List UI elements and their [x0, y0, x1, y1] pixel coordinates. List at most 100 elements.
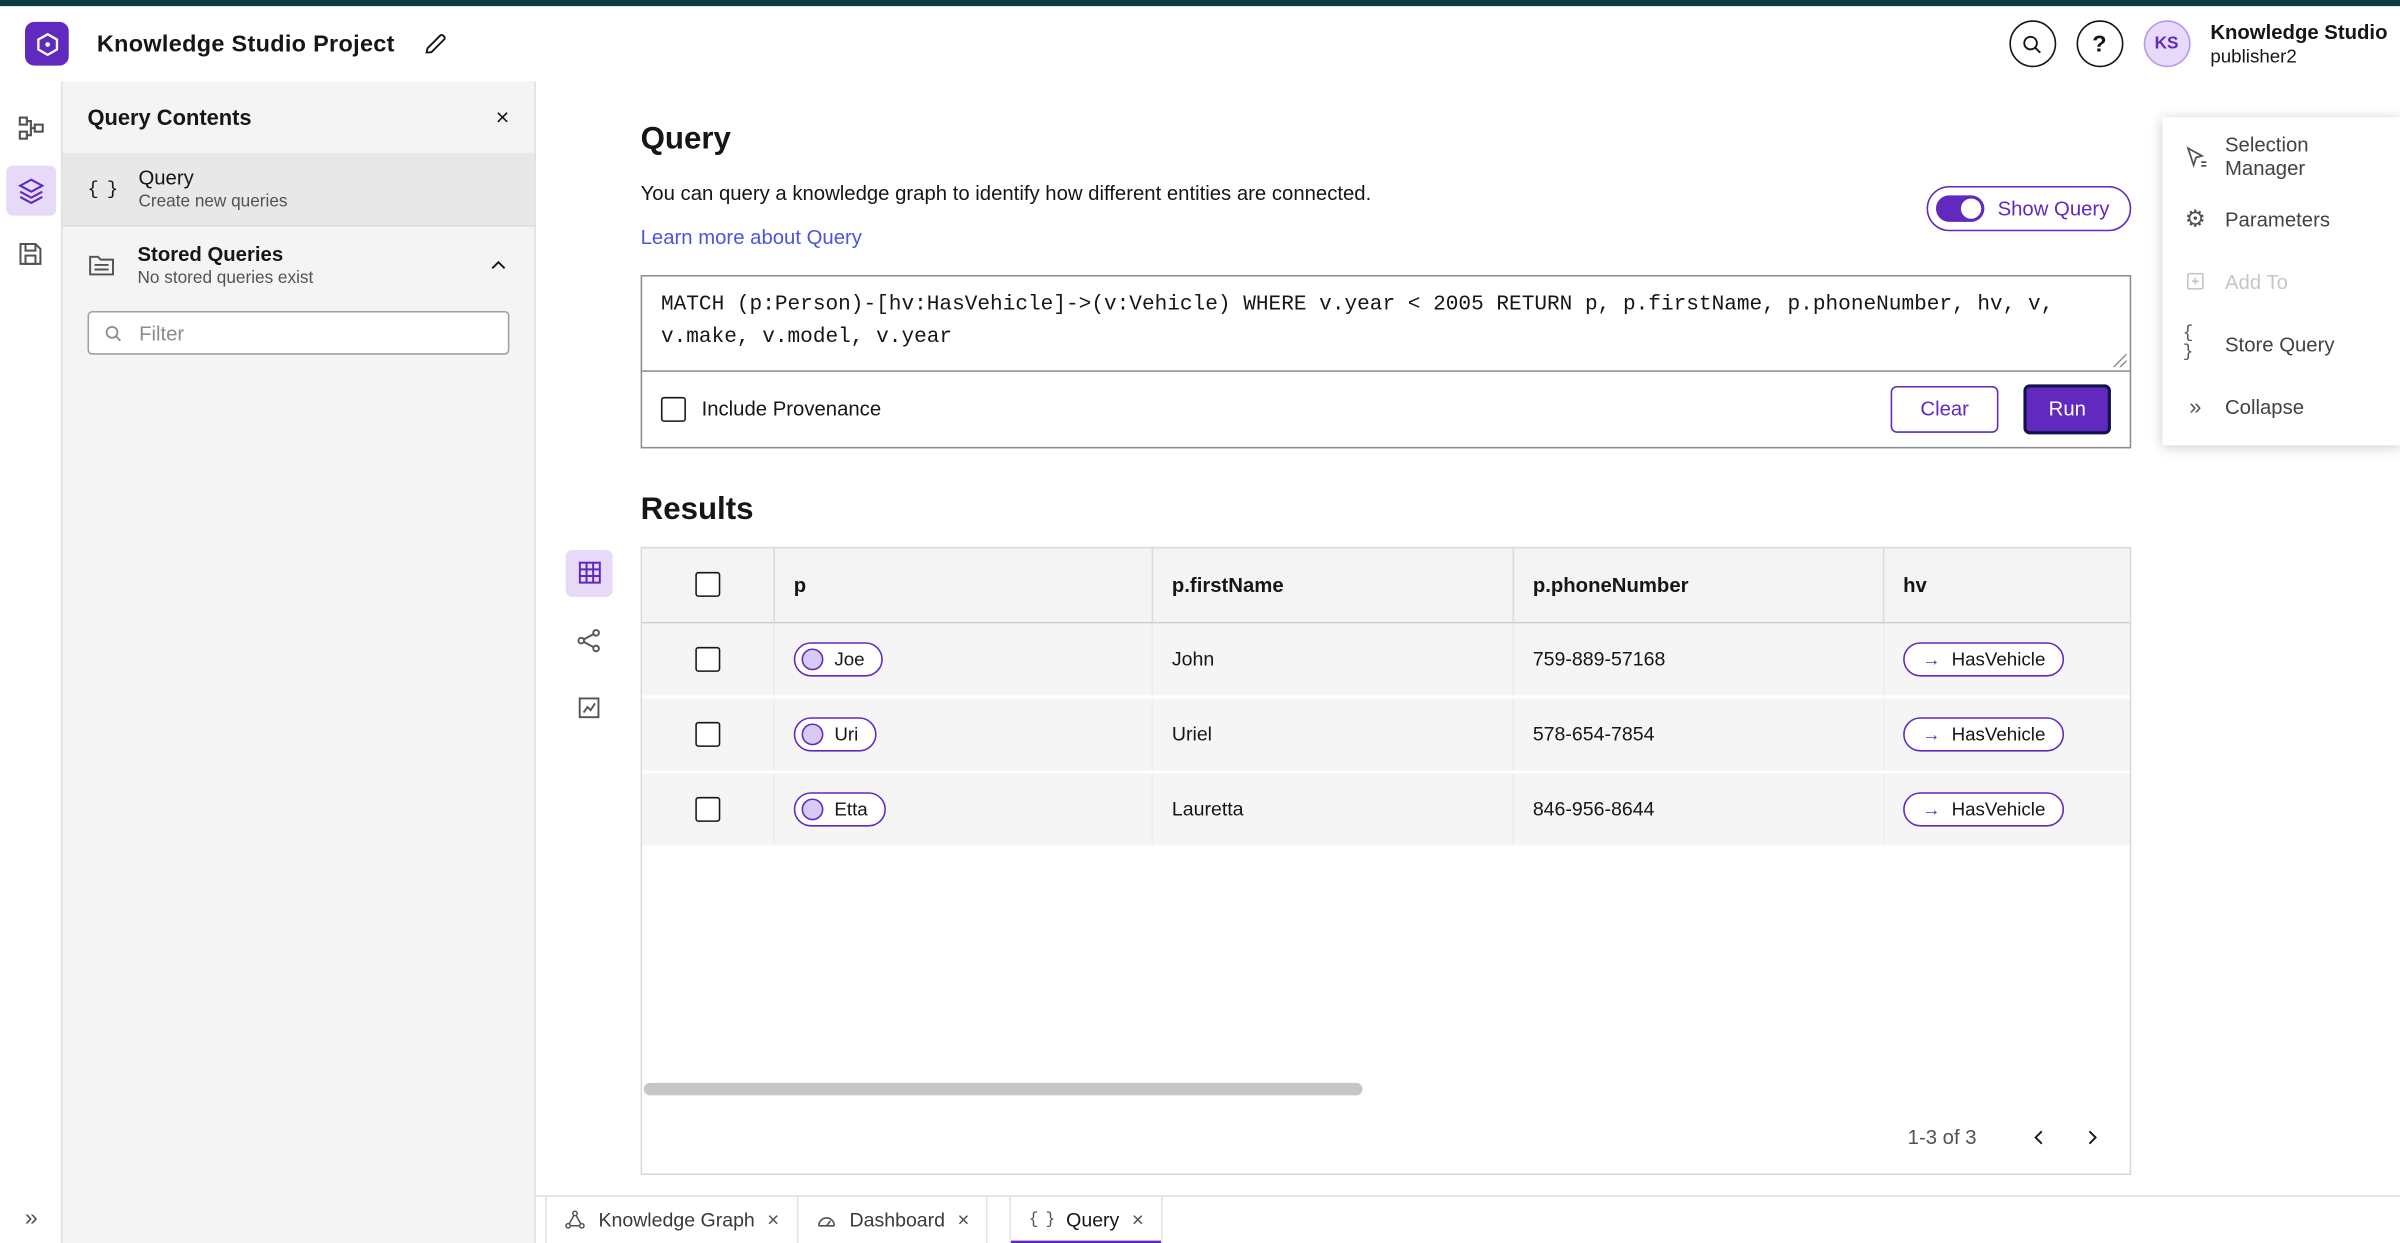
panel-header: Query Contents [63, 81, 535, 153]
panel-title: Query Contents [87, 104, 252, 130]
column-header-phonenumber[interactable]: p.phoneNumber [1514, 548, 1885, 622]
cell-firstname: Lauretta [1153, 773, 1515, 846]
close-tab-icon[interactable] [958, 1209, 970, 1229]
results-heading: Results [640, 491, 754, 527]
filter-input[interactable] [135, 319, 494, 347]
tab-query[interactable]: Query [1010, 1196, 1163, 1243]
logo-hexagon-icon [36, 32, 58, 56]
app-header: Knowledge Studio Project KS Knowledge St… [0, 6, 2400, 82]
person-node-pill[interactable]: Uri [793, 716, 878, 752]
query-layers-icon[interactable] [5, 165, 56, 216]
page-title: Query [640, 121, 731, 157]
sidebar-item-query[interactable]: Query Create new queries [62, 153, 535, 225]
table-row[interactable]: Joe John 759-889-57168 HasVehicle [642, 623, 2130, 699]
toggle-switch-icon [1936, 195, 1986, 222]
run-button[interactable]: Run [2023, 384, 2111, 435]
parameters-item[interactable]: Parameters [2163, 188, 2400, 251]
pagination-bar: 1-3 of 3 [642, 1101, 2130, 1173]
query-item-label: Query [138, 164, 194, 189]
stored-queries-section[interactable]: Stored Queries No stored queries exist [63, 227, 535, 305]
query-item-text: Query Create new queries [138, 165, 287, 213]
table-row[interactable]: Etta Lauretta 846-956-8644 HasVehicle [642, 773, 2130, 849]
store-query-item[interactable]: Store Query [2163, 313, 2400, 376]
cell-firstname: John [1153, 623, 1515, 696]
horizontal-scrollbar[interactable] [643, 1082, 1363, 1096]
gear-icon [2183, 205, 2208, 233]
add-to-item: Add To [2163, 250, 2400, 313]
show-query-label: Show Query [1997, 196, 2110, 221]
model-tree-icon[interactable] [5, 103, 55, 153]
tab-dashboard[interactable]: Dashboard [798, 1196, 989, 1243]
arrow-right-icon [1922, 800, 1941, 819]
person-node-label: Uri [834, 723, 859, 746]
query-code-editor[interactable]: MATCH (p:Person)-[hv:HasVehicle]->(v:Veh… [642, 277, 2130, 372]
show-query-toggle[interactable]: Show Query [1927, 185, 2132, 232]
selection-manager-label: Selection Manager [2225, 132, 2309, 180]
main-content: Query You can query a knowledge graph to… [535, 81, 2400, 1195]
edit-project-name-icon[interactable] [423, 31, 448, 56]
edge-pill[interactable]: HasVehicle [1903, 641, 2065, 677]
cell-phonenumber: 846-956-8644 [1514, 773, 1885, 846]
results-area: p p.firstName p.phoneNumber hv Joe John … [565, 546, 2132, 1175]
stored-queries-label: Stored Queries [137, 241, 284, 265]
header-actions: KS Knowledge Studio publisher2 [2008, 20, 2391, 68]
expand-rail-icon[interactable] [0, 1204, 63, 1231]
query-tab-braces-icon [1029, 1210, 1054, 1229]
person-node-pill[interactable]: Etta [793, 791, 887, 827]
chart-view-icon[interactable] [566, 684, 613, 731]
arrow-right-icon [1922, 650, 1941, 669]
next-page-icon[interactable] [2067, 1112, 2117, 1162]
save-icon[interactable] [5, 228, 55, 278]
query-actions-panel: Selection Manager Parameters Add To Stor… [2162, 117, 2400, 446]
table-view-icon[interactable] [565, 549, 613, 597]
store-query-label: Store Query [2225, 332, 2335, 356]
avatar[interactable]: KS [2143, 20, 2191, 68]
edge-pill[interactable]: HasVehicle [1903, 716, 2065, 752]
close-tab-icon[interactable] [767, 1209, 779, 1229]
include-provenance-checkbox[interactable] [660, 396, 686, 422]
collapse-label: Collapse [2225, 394, 2305, 418]
graph-view-icon[interactable] [566, 617, 613, 664]
table-header-row: p p.firstName p.phoneNumber hv [642, 548, 2130, 624]
person-node-icon [801, 798, 824, 821]
person-node-pill[interactable]: Joe [793, 641, 884, 677]
user-info[interactable]: Knowledge Studio publisher2 [2210, 20, 2390, 67]
close-tab-icon[interactable] [1132, 1209, 1144, 1229]
filter-search-icon [105, 325, 122, 341]
filter-search-box [87, 310, 510, 355]
edge-label: HasVehicle [1951, 723, 2046, 746]
include-provenance-label: Include Provenance [701, 397, 882, 421]
cell-phonenumber: 578-654-7854 [1514, 698, 1885, 771]
clear-button[interactable]: Clear [1890, 385, 1999, 433]
user-name: Knowledge Studio [2210, 20, 2388, 44]
column-header-hv[interactable]: hv [1884, 548, 2129, 621]
collapse-icon [2183, 394, 2208, 419]
column-header-p[interactable]: p [775, 548, 1154, 622]
query-editor-box: MATCH (p:Person)-[hv:HasVehicle]->(v:Veh… [640, 275, 2132, 449]
learn-more-link[interactable]: Learn more about Query [641, 225, 862, 248]
query-contents-panel: Query Contents Query Create new queries … [62, 81, 536, 1243]
table-row[interactable]: Uri Uriel 578-654-7854 HasVehicle [642, 698, 2130, 774]
selection-manager-item[interactable]: Selection Manager [2163, 125, 2400, 188]
previous-page-icon[interactable] [2014, 1112, 2064, 1162]
person-node-icon [801, 648, 824, 671]
row-checkbox[interactable] [695, 796, 721, 822]
select-all-checkbox[interactable] [695, 572, 721, 598]
arrow-right-icon [1922, 725, 1941, 744]
tab-knowledge-graph[interactable]: Knowledge Graph [545, 1196, 798, 1243]
cell-phonenumber: 759-889-57168 [1514, 623, 1885, 696]
collapse-item[interactable]: Collapse [2163, 375, 2400, 438]
row-checkbox[interactable] [695, 646, 721, 672]
header-checkbox-cell [642, 548, 775, 622]
edge-pill[interactable]: HasVehicle [1903, 791, 2065, 827]
user-role: publisher2 [2210, 44, 2297, 67]
row-checkbox[interactable] [695, 721, 721, 747]
search-icon[interactable] [2008, 20, 2056, 68]
column-header-firstname[interactable]: p.firstName [1153, 548, 1515, 622]
selection-manager-icon [2183, 145, 2208, 168]
chevron-up-icon[interactable] [488, 255, 510, 277]
close-panel-icon[interactable] [496, 104, 510, 131]
left-icon-rail [0, 81, 63, 1243]
help-icon[interactable] [2075, 20, 2123, 68]
parameters-label: Parameters [2225, 207, 2331, 231]
